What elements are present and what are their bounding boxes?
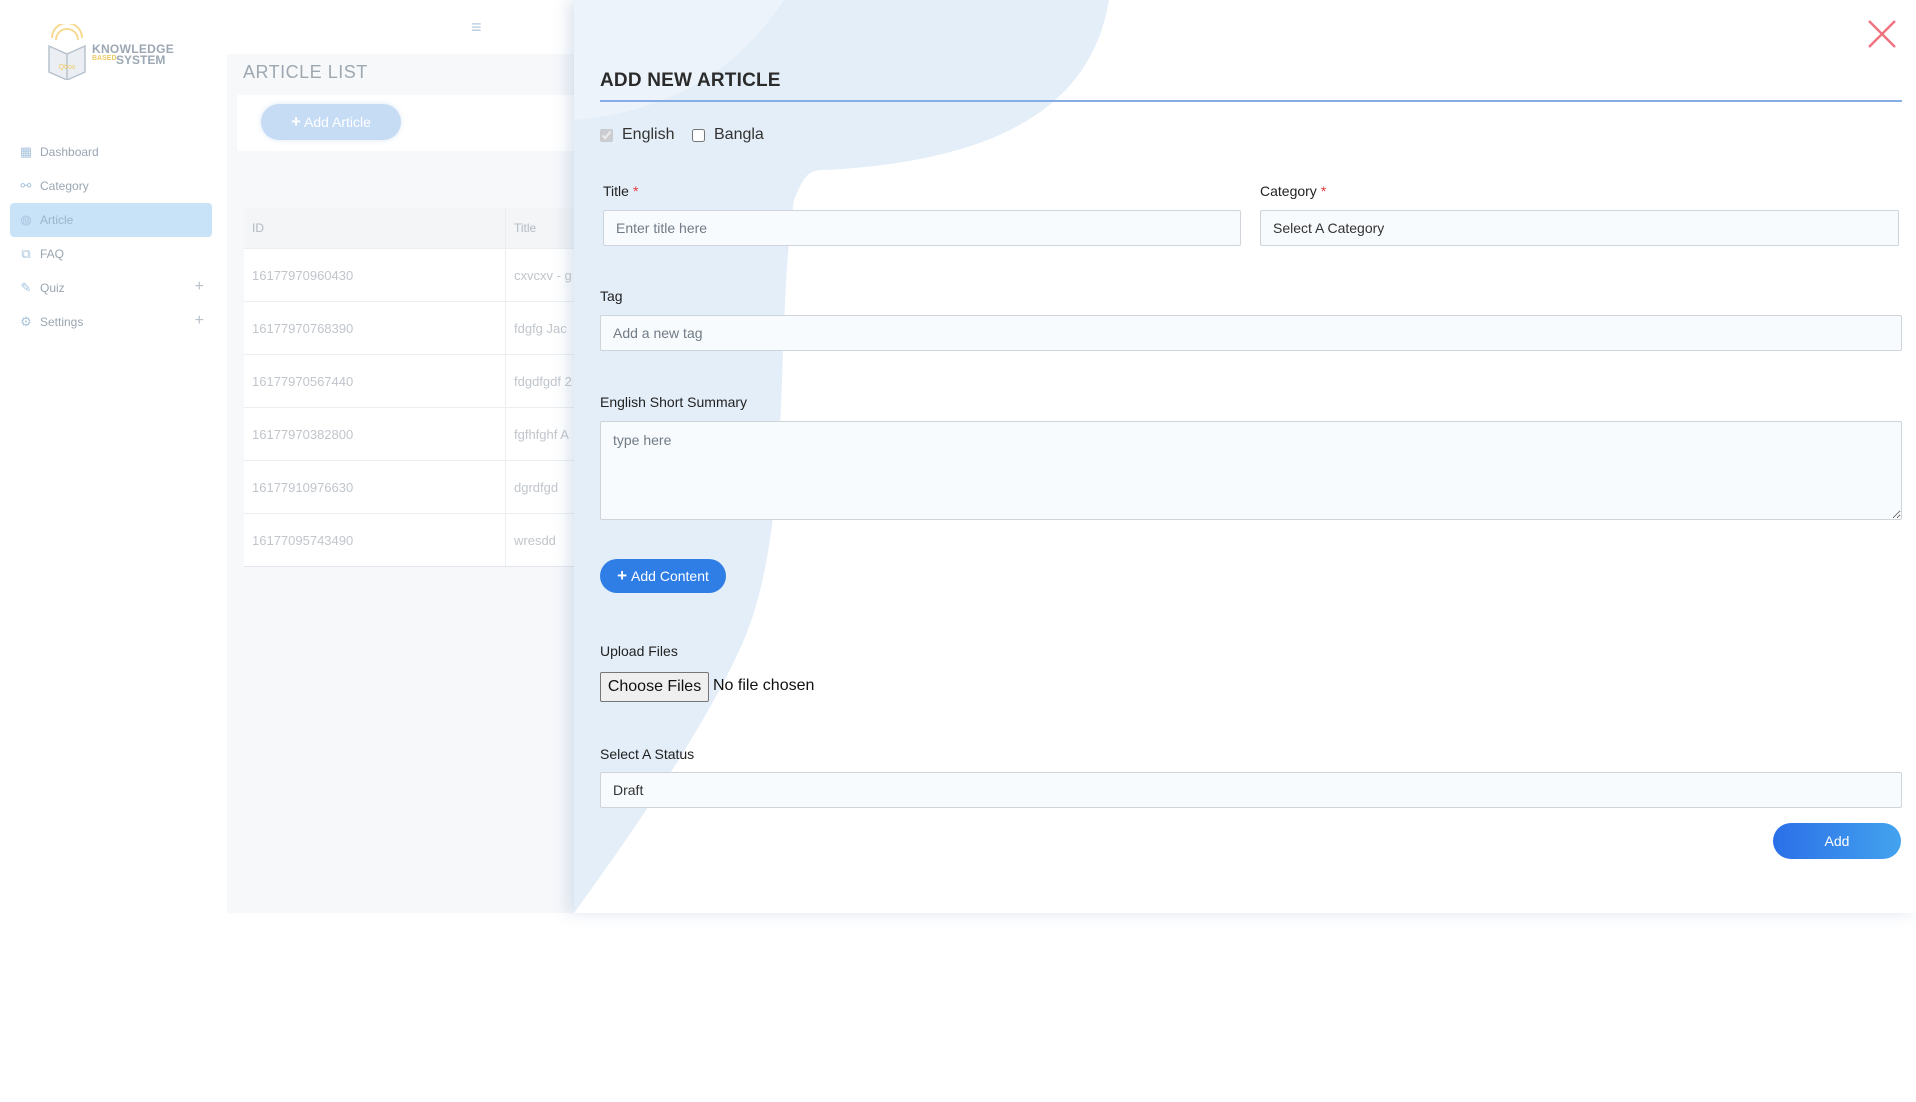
- add-article-label: Add Article: [304, 114, 371, 130]
- required-mark: *: [1320, 183, 1327, 199]
- quiz-icon: ✎: [20, 280, 32, 295]
- required-mark: *: [632, 183, 639, 199]
- expand-plus-icon[interactable]: +: [195, 279, 204, 295]
- plus-icon: +: [291, 112, 301, 131]
- status-field-label: Select A Status: [600, 746, 695, 762]
- language-english-checkbox[interactable]: English: [600, 126, 674, 144]
- plus-icon: +: [617, 566, 628, 585]
- add-content-label: Add Content: [631, 568, 709, 584]
- sidebar-nav: ▦ Dashboard ⚯ Category ◍ Article ⧉ FAQ ✎…: [10, 135, 212, 339]
- sidebar-item-label: Category: [40, 179, 89, 193]
- cell-id: 16177970768390: [244, 302, 506, 354]
- globe-icon: ◍: [20, 212, 32, 227]
- cell-title: cxvcxv - g: [514, 267, 572, 283]
- add-content-button[interactable]: + Add Content: [600, 559, 726, 593]
- add-submit-button[interactable]: Add: [1773, 823, 1901, 859]
- hamburger-menu-icon[interactable]: ≡: [471, 17, 482, 38]
- upload-files-label: Upload Files: [600, 643, 678, 659]
- svg-text:Qbox: Qbox: [59, 64, 76, 71]
- status-select-value: Draft: [613, 782, 644, 798]
- dashboard-icon: ▦: [19, 144, 33, 159]
- title-label-text: Title: [603, 183, 629, 199]
- category-icon: ⚯: [20, 178, 32, 193]
- column-header-title[interactable]: Title: [506, 221, 536, 235]
- summary-field-label: English Short Summary: [600, 394, 748, 410]
- sidebar-item-label: Settings: [40, 315, 84, 329]
- logo-text-small: BASED: [92, 55, 117, 62]
- sidebar-item-article[interactable]: ◍ Article: [10, 203, 212, 237]
- cell-title: wresdd: [514, 532, 556, 548]
- cell-id: 16177970382800: [244, 408, 506, 460]
- category-field-label: Category *: [1260, 183, 1326, 199]
- sidebar-item-label: FAQ: [40, 247, 65, 261]
- cell-title: fgfhfghf A: [514, 426, 569, 442]
- title-divider: [600, 100, 1902, 102]
- sidebar-item-settings[interactable]: ⚙ Settings +: [10, 305, 212, 339]
- cell-id: 16177970960430: [244, 249, 506, 301]
- add-article-button[interactable]: + Add Article: [261, 104, 401, 140]
- add-article-drawer: ADD NEW ARTICLE English Bangla Title* Ca…: [574, 0, 1916, 913]
- logo-text-line2: SYSTEM: [116, 53, 166, 67]
- sidebar-item-quiz[interactable]: ✎ Quiz +: [10, 271, 212, 305]
- cell-title: fdgfg Jac: [514, 320, 567, 336]
- category-label-text: Category: [1260, 183, 1317, 199]
- sidebar-item-dashboard[interactable]: ▦ Dashboard: [10, 135, 212, 169]
- sidebar-item-label: Quiz: [40, 281, 65, 295]
- cell-title: fdgdfgdf 2: [514, 373, 572, 389]
- category-select-value: Select A Category: [1273, 220, 1385, 236]
- status-select[interactable]: Draft: [600, 772, 1902, 808]
- cell-id: 16177910976630: [244, 461, 506, 513]
- bangla-checkbox-input[interactable]: [692, 128, 705, 142]
- sidebar-item-label: Dashboard: [40, 145, 99, 159]
- faq-icon: ⧉: [21, 246, 31, 261]
- cell-id: 16177970567440: [244, 355, 506, 407]
- tag-field-label: Tag: [600, 288, 623, 304]
- bangla-label: Bangla: [714, 126, 764, 143]
- cell-id: 16177095743490: [244, 514, 506, 566]
- page-title: ARTICLE LIST: [243, 62, 368, 82]
- cell-title: dgrdfgd: [514, 479, 559, 495]
- sidebar-item-faq[interactable]: ⧉ FAQ: [10, 237, 212, 271]
- tag-input[interactable]: [600, 315, 1902, 351]
- close-icon[interactable]: [1866, 18, 1898, 50]
- drawer-title: ADD NEW ARTICLE: [600, 70, 781, 91]
- sidebar: Qbox KNOWLEDGE BASED SYSTEM ▦ Dashboard …: [0, 0, 221, 913]
- choose-files-button[interactable]: Choose Files: [600, 672, 709, 702]
- title-field-label: Title *: [603, 183, 638, 199]
- logo-book-icon: Qbox: [48, 24, 86, 80]
- logo: Qbox KNOWLEDGE BASED SYSTEM: [44, 24, 180, 80]
- summary-textarea[interactable]: [600, 421, 1902, 520]
- sidebar-item-category[interactable]: ⚯ Category: [10, 169, 212, 203]
- file-status-text: No file chosen: [713, 677, 815, 694]
- english-checkbox-input[interactable]: [600, 128, 613, 142]
- category-select[interactable]: Select A Category: [1260, 210, 1899, 246]
- language-bangla-checkbox[interactable]: Bangla: [692, 126, 764, 144]
- expand-plus-icon[interactable]: +: [195, 313, 204, 329]
- sidebar-item-label: Article: [40, 213, 74, 227]
- title-input[interactable]: [603, 210, 1241, 246]
- column-header-id[interactable]: ID: [244, 208, 506, 248]
- english-label: English: [622, 126, 675, 143]
- gear-icon: ⚙: [20, 314, 32, 329]
